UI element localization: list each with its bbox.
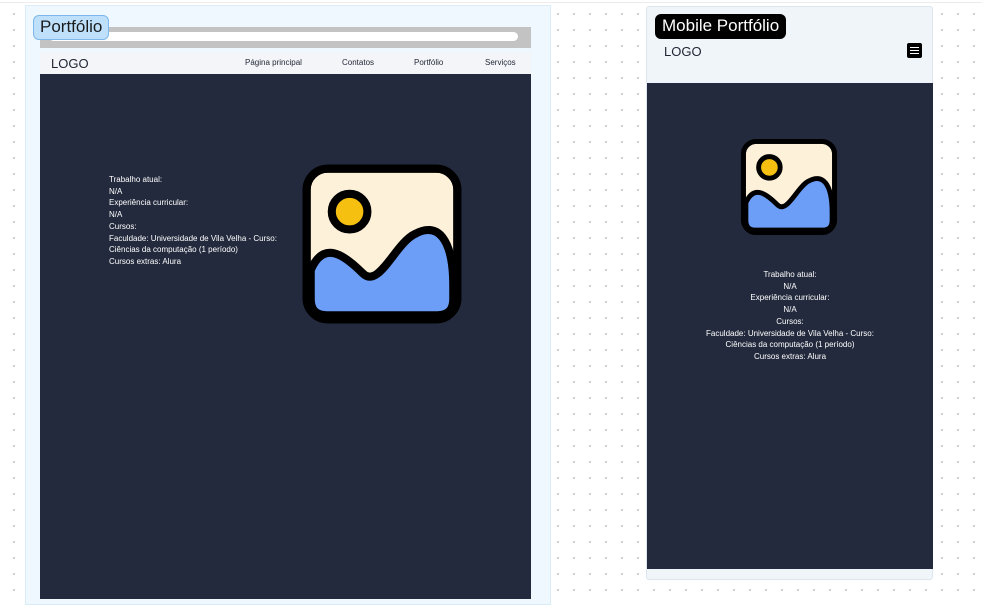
hamburger-bar <box>910 50 919 51</box>
nav-link-services[interactable]: Serviços <box>485 58 516 67</box>
text-line-course-name: Ciências da computação (1 período) <box>725 340 855 350</box>
nav-link-portfolio[interactable]: Portfólio <box>414 58 443 67</box>
hamburger-bar <box>910 53 919 54</box>
text-line-courses-label: Cursos: <box>776 316 804 326</box>
mobile-logo[interactable]: LOGO <box>664 44 702 59</box>
desktop-page-body: Trabalho atual: N/A Experiência curricul… <box>40 74 531 599</box>
text-line-experience-value: N/A <box>109 210 123 220</box>
text-line-course-name: Ciências da computação (1 período) <box>109 245 238 255</box>
text-line-experience-label: Experiência curricular: <box>750 293 830 303</box>
nav-link-home[interactable]: Página principal <box>245 58 302 67</box>
desktop-profile-text: Trabalho atual: N/A Experiência curricul… <box>109 174 277 268</box>
text-line-experience-label: Experiência curricular: <box>109 198 189 208</box>
text-line-college: Faculdade: Universidade de Vila Velha - … <box>109 233 277 243</box>
text-line-current-job-label: Trabalho atual: <box>763 270 817 279</box>
horizontal-scrollbar[interactable] <box>40 27 531 48</box>
text-line-courses-label: Cursos: <box>109 221 137 231</box>
mobile-frame-label[interactable]: Mobile Portfólio <box>655 14 787 39</box>
mobile-profile-text: Trabalho atual: N/A Experiência curricul… <box>647 269 933 363</box>
text-line-experience-value: N/A <box>783 305 797 315</box>
text-line-current-job-value: N/A <box>783 281 797 291</box>
image-placeholder-icon <box>302 164 462 324</box>
image-placeholder-icon <box>740 138 838 236</box>
text-line-extra-courses: Cursos extras: Alura <box>109 256 182 266</box>
desktop-navbar: LOGO Página principal Contatos Portfólio… <box>40 52 531 74</box>
hamburger-menu-icon[interactable] <box>907 43 922 58</box>
text-line-current-job-label: Trabalho atual: <box>109 175 163 184</box>
canvas-top-border <box>0 2 982 3</box>
desktop-logo[interactable]: LOGO <box>51 56 89 71</box>
text-line-college: Faculdade: Universidade de Vila Velha - … <box>706 328 874 338</box>
scrollbar-thumb[interactable] <box>49 32 518 41</box>
desktop-frame-label[interactable]: Portfólio <box>33 15 110 40</box>
hamburger-bar <box>910 47 919 48</box>
mobile-page-body: Trabalho atual: N/A Experiência curricul… <box>647 83 933 569</box>
nav-link-contacts[interactable]: Contatos <box>342 58 374 67</box>
text-line-current-job-value: N/A <box>109 186 123 196</box>
text-line-extra-courses: Cursos extras: Alura <box>753 351 827 361</box>
